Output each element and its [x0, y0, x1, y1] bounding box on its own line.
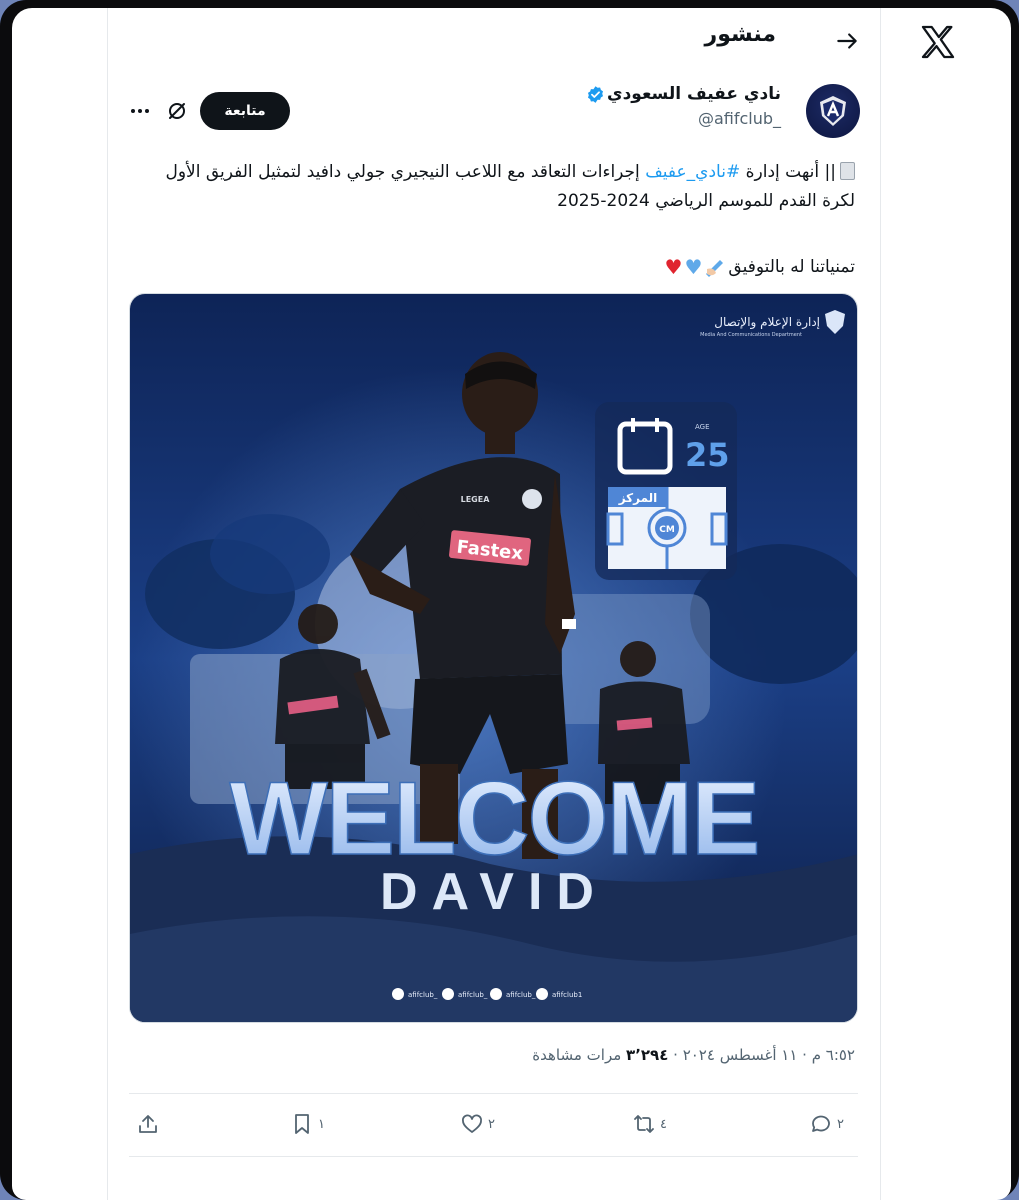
page-title: منشور [704, 22, 776, 47]
repost-icon [634, 1115, 654, 1133]
back-arrow-icon[interactable] [834, 28, 860, 54]
club-logo-icon [820, 96, 846, 126]
column-divider-right [880, 8, 881, 1200]
tweet-image[interactable]: إدارة الإعلام والإتصال Media And Communi… [129, 293, 858, 1023]
social-handle: afifclub_ [506, 991, 536, 999]
player-info-card: 25 AGE CM المركز [595, 402, 737, 580]
tweet-meta: ٦:٥٢ م · ١١ أغسطس ٢٠٢٤ · ٣٬٢٩٤ مرات مشاه… [532, 1046, 855, 1064]
red-heart-emoji-icon: ♥ [664, 255, 683, 279]
verified-badge-icon [587, 85, 604, 103]
bookmark-count: ١ [318, 1116, 325, 1132]
document-emoji-icon [840, 162, 855, 180]
share-button[interactable] [136, 1112, 160, 1136]
player-welcome-graphic: إدارة الإعلام والإتصال Media And Communi… [130, 294, 857, 1022]
jersey-brand: LEGEA [461, 495, 491, 504]
reply-button[interactable]: ٢ [809, 1112, 844, 1136]
grok-icon[interactable] [165, 99, 189, 123]
views-label: مرات مشاهدة [532, 1046, 627, 1064]
avatar[interactable] [806, 84, 860, 138]
social-handle: afifclub_ [408, 991, 438, 999]
media-dept-ar: إدارة الإعلام والإتصال [714, 315, 820, 330]
position-code: CM [659, 525, 675, 535]
like-button[interactable]: ٢ [460, 1112, 495, 1136]
divider [129, 1093, 858, 1094]
repost-button[interactable]: ٤ [632, 1112, 667, 1136]
tweet-text-wishes: تمنياتنا له بالتوفيق ♥ ♥ [665, 257, 855, 277]
device-frame: منشور نادي عفيف السعودي @afifclub_ متابع… [0, 0, 1019, 1200]
social-handle: afifclub1 [552, 991, 582, 999]
blue-heart-emoji-icon: ♥ [684, 255, 703, 279]
age-value: 25 [685, 436, 730, 474]
hashtag-link[interactable]: #نادي_عفيف [645, 162, 740, 182]
heart-icon [462, 1114, 482, 1133]
bookmark-icon [295, 1114, 309, 1134]
position-ar: المركز [618, 491, 658, 505]
tweet-timestamp[interactable]: ٦:٥٢ م · ١١ أغسطس ٢٠٢٤ · [668, 1046, 855, 1064]
views-count: ٣٬٢٩٤ [626, 1046, 669, 1064]
tweet-text: || أنهت إدارة #نادي_عفيف إجراءات التعاقد… [132, 158, 855, 216]
social-handle: afifclub_ [458, 991, 488, 999]
reply-count: ٢ [837, 1116, 844, 1132]
more-options-icon[interactable] [128, 100, 152, 122]
x-logo-icon[interactable] [918, 22, 958, 62]
screen: منشور نادي عفيف السعودي @afifclub_ متابع… [12, 8, 1011, 1200]
welcome-text: WELCOME [229, 761, 758, 877]
bookmark-button[interactable]: ١ [290, 1112, 325, 1136]
reply-icon [812, 1115, 830, 1132]
tweet-text-part: || أنهت إدارة [740, 162, 836, 182]
divider [129, 1156, 858, 1157]
like-count: ٢ [488, 1116, 495, 1132]
media-dept-en: Media And Communications Department [700, 332, 802, 338]
age-label: AGE [695, 423, 710, 431]
author-name-label: نادي عفيف السعودي [606, 84, 781, 104]
follow-button[interactable]: متابعة [200, 92, 290, 130]
author-handle[interactable]: @afifclub_ [698, 109, 781, 128]
writing-hand-emoji-icon [706, 260, 724, 277]
author-name[interactable]: نادي عفيف السعودي [586, 84, 781, 104]
share-icon [139, 1115, 157, 1133]
player-name-text: DAVID [380, 863, 608, 921]
repost-count: ٤ [660, 1116, 667, 1132]
tweet-wishes-label: تمنياتنا له بالتوفيق [728, 257, 855, 277]
column-divider-left [107, 8, 108, 1200]
